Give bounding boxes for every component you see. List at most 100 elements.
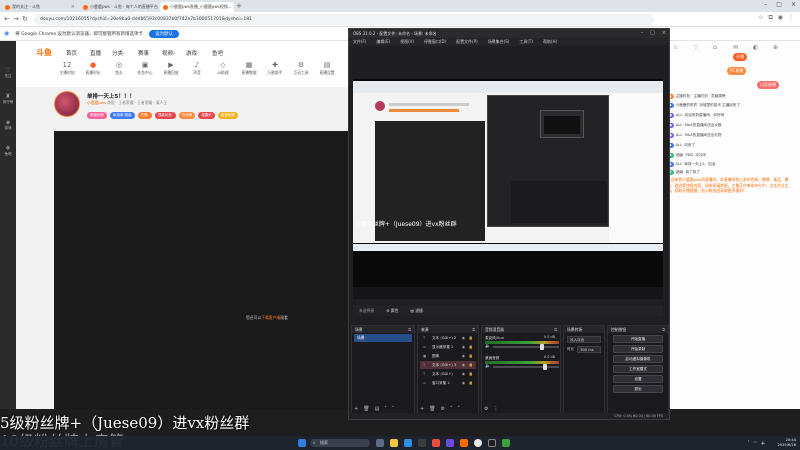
up-arrow-icon[interactable]: ˄ [450, 406, 453, 412]
rp-home-icon[interactable]: ⌂ [713, 44, 717, 51]
start-streaming-button[interactable]: 开始直播 [613, 335, 663, 343]
add-icon[interactable]: + [420, 406, 424, 412]
url-input[interactable]: douyu.com/10216055?dyshid=20e9ba0-dddb65… [34, 14, 654, 25]
minimize-icon[interactable]: – [641, 29, 644, 38]
dock-float-icon[interactable]: ⧉ [408, 326, 411, 333]
browser-tab-1[interactable]: 小鹿鹿pws - 斗鱼 - 每个人的直播平台 × [80, 2, 158, 12]
close-window-icon[interactable]: × [791, 1, 796, 8]
dock-float-icon[interactable]: ⧉ [472, 326, 475, 333]
menu-docks[interactable]: 停靠窗口(D) [424, 38, 446, 46]
wifi-icon[interactable]: ◠ [754, 440, 758, 445]
rail-item-fishbar[interactable]: ❖ 鱼吧 [0, 145, 16, 157]
subnav-item-3[interactable]: ▣ 任务中心 [134, 61, 156, 76]
menu-edit[interactable]: 编辑(E) [376, 38, 390, 46]
source-item[interactable]: ▭ 显示器采集 2 ◉ 🔒 [420, 343, 476, 351]
lock-icon[interactable]: 🔒 [469, 361, 473, 369]
maximize-icon[interactable]: □ [650, 29, 655, 38]
menu-view[interactable]: 视图(V) [400, 38, 414, 46]
eye-icon[interactable]: ◉ [462, 343, 465, 351]
transition-type-select[interactable]: 淡入淡出 [567, 336, 601, 343]
lock-icon[interactable]: 🔒 [469, 352, 473, 360]
task-view-icon[interactable] [376, 439, 384, 447]
subnav-item-4[interactable]: ▶ 直播回放 [160, 61, 182, 76]
menu-tools[interactable]: 工具(T) [519, 38, 533, 46]
eye-icon[interactable]: ◉ [462, 370, 465, 378]
rp-start-live-button[interactable]: 开播 [733, 53, 747, 61]
nav-live[interactable]: 直播 [90, 49, 101, 57]
transition-duration-input[interactable]: 300 ms [577, 346, 601, 353]
reload-icon[interactable]: ↻ [22, 15, 28, 23]
down-arrow-icon[interactable]: ˅ [458, 406, 461, 412]
minimize-icon[interactable]: – [764, 1, 767, 8]
fan-badge[interactable]: 私加家·超级 [110, 112, 135, 119]
mixer-volume-slider[interactable] [493, 364, 559, 370]
app-icon-green[interactable] [502, 439, 510, 447]
eye-icon[interactable]: ◉ [462, 379, 465, 387]
rail-item-follow[interactable]: ♡ 关注 [0, 67, 16, 79]
app-icon-purple[interactable] [446, 439, 454, 447]
close-tab-icon[interactable]: × [71, 4, 75, 10]
back-arrow-icon[interactable]: ← [4, 15, 10, 23]
menu-dots-icon[interactable]: ⋮ [493, 406, 498, 412]
obs-app-icon[interactable] [488, 439, 496, 447]
nav-video[interactable]: 视频· [162, 49, 175, 57]
subnav-item-2[interactable]: ◎ 鱼丸 [108, 61, 130, 76]
dock-float-icon[interactable]: ⧉ [554, 326, 557, 333]
source-item-selected[interactable]: T 文本 (GDI+) 3 ◉ 🔒 [420, 361, 476, 369]
subnav-item-0[interactable]: 12 主播时刻 [56, 61, 78, 76]
dock-float-icon[interactable]: ⧉ [662, 326, 665, 333]
fan-badge[interactable]: 超级玩家 [87, 112, 107, 119]
nav-esports[interactable]: 赛事 [138, 49, 149, 57]
menu-scene-collection[interactable]: 场景集合(S) [488, 38, 510, 46]
start-virtual-camera-button[interactable]: 启动虚拟摄像机 [613, 355, 663, 363]
nav-fishbar[interactable]: 鱼吧 [212, 49, 223, 57]
menu-file[interactable]: 文件(F) [353, 38, 366, 46]
taskbar-search[interactable]: ⌕ 搜索 [310, 439, 370, 447]
extensions-icon[interactable]: ⧉ [768, 14, 772, 22]
douyu-logo[interactable]: 斗鱼 [36, 47, 52, 58]
mixer-volume-slider[interactable] [493, 344, 559, 350]
browser-tab-0[interactable]: 我的关注 - 斗鱼 × [2, 2, 78, 12]
trash-icon[interactable]: 🗑 [363, 406, 369, 412]
rp-pc-live-button[interactable]: PC直播 [727, 67, 747, 75]
fan-badge[interactable]: 炫翻天 [198, 112, 215, 119]
properties-button[interactable]: ⚙ 属性 [386, 308, 398, 314]
profile-avatar-icon[interactable]: ◉ [778, 14, 783, 22]
source-item[interactable]: ▣ 图像 ◉ 🔒 [420, 352, 476, 360]
subnav-item-9[interactable]: ⚙ 互动工具 [290, 61, 312, 76]
mixer-slider-knob[interactable] [540, 344, 545, 350]
speaker-icon[interactable]: 🔈 [485, 344, 491, 349]
source-item[interactable]: T 文本 (GDI+) ◉ 🔒 [420, 370, 476, 378]
edge-browser-icon[interactable] [404, 439, 412, 447]
rp-douyin-button[interactable]: 抖音直播 [757, 81, 779, 89]
rail-item-game[interactable]: ◈ 游戏 [0, 119, 16, 131]
windows-start-icon[interactable] [298, 439, 306, 447]
gear-icon[interactable]: ⚙ [484, 406, 488, 412]
download-client-link[interactable]: 下载客户端 [261, 315, 280, 320]
set-default-button[interactable]: 设为默认 [149, 29, 180, 38]
menu-profile[interactable]: 配置文件(P) [456, 38, 478, 46]
subnav-item-8[interactable]: ✚ 万能助手 [264, 61, 286, 76]
subnav-item-5[interactable]: ♪ 声音 [186, 61, 208, 76]
exit-button[interactable]: 退出 [613, 385, 663, 393]
menu-help[interactable]: 帮助(H) [543, 38, 557, 46]
browser-tab-2[interactable]: 小鹿鹿pws直播_小鹿鹿pws视频... × [160, 2, 234, 12]
subnav-item-1[interactable]: ● 直播时长 [82, 61, 104, 76]
subnav-item-6[interactable]: ◇ AI助理 [212, 61, 234, 76]
close-window-icon[interactable]: × [662, 29, 666, 38]
forward-arrow-icon[interactable]: → [13, 15, 19, 23]
file-explorer-icon[interactable] [390, 439, 398, 447]
fan-badge[interactable]: 开黑· [137, 112, 152, 119]
rp-star-icon[interactable]: ☆ [673, 44, 678, 51]
obs-preview[interactable]: 5级粉丝牌+（Juese09）进vx粉丝群 [353, 79, 663, 287]
nav-home[interactable]: 首页 [66, 49, 77, 57]
mixer-slider-knob[interactable] [542, 364, 547, 370]
store-icon[interactable] [418, 439, 426, 447]
taskbar-clock[interactable]: 20:44 2025/6/26 [778, 438, 796, 447]
filter-icon[interactable]: ▤ [375, 406, 380, 412]
volume-icon[interactable]: 🔈 [761, 440, 766, 445]
filters-button[interactable]: ▤ 滤镜 [410, 308, 422, 314]
up-arrow-icon[interactable]: ˄ [384, 406, 387, 412]
eye-icon[interactable]: ◉ [462, 334, 465, 342]
fan-badge[interactable]: 在玩家 [178, 112, 196, 119]
